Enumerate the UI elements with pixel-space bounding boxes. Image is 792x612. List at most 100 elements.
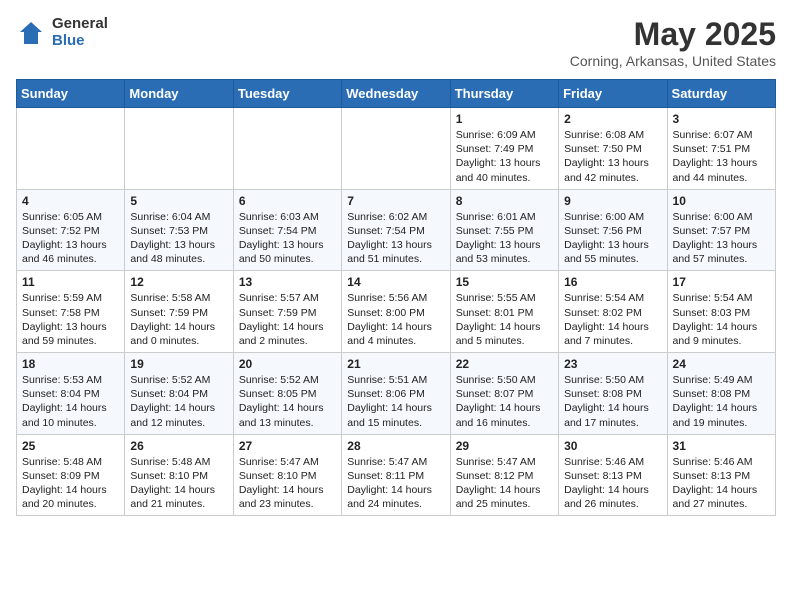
day-number: 27	[239, 439, 336, 453]
calendar-cell: 14 Sunrise: 5:56 AM Sunset: 8:00 PM Dayli…	[342, 271, 450, 353]
calendar-cell: 16 Sunrise: 5:54 AM Sunset: 8:02 PM Dayli…	[559, 271, 667, 353]
cell-content: Sunrise: 5:46 AM Sunset: 8:13 PM Dayligh…	[673, 455, 770, 512]
day-number: 15	[456, 275, 553, 289]
calendar-cell	[17, 108, 125, 190]
calendar-cell	[233, 108, 341, 190]
calendar-cell: 18 Sunrise: 5:53 AM Sunset: 8:04 PM Dayli…	[17, 353, 125, 435]
weekday-header: Saturday	[667, 80, 775, 108]
day-number: 12	[130, 275, 227, 289]
calendar-cell: 2 Sunrise: 6:08 AM Sunset: 7:50 PM Daylig…	[559, 108, 667, 190]
day-number: 25	[22, 439, 119, 453]
day-number: 11	[22, 275, 119, 289]
day-number: 26	[130, 439, 227, 453]
day-number: 30	[564, 439, 661, 453]
logo-blue-label: Blue	[52, 33, 108, 50]
calendar-week-row: 1 Sunrise: 6:09 AM Sunset: 7:49 PM Daylig…	[17, 108, 776, 190]
calendar-body: 1 Sunrise: 6:09 AM Sunset: 7:49 PM Daylig…	[17, 108, 776, 516]
cell-content: Sunrise: 6:03 AM Sunset: 7:54 PM Dayligh…	[239, 210, 336, 267]
day-number: 21	[347, 357, 444, 371]
cell-content: Sunrise: 5:56 AM Sunset: 8:00 PM Dayligh…	[347, 291, 444, 348]
calendar-cell: 23Sunrise: 5:50 AM Sunset: 8:08 PM Dayli…	[559, 353, 667, 435]
day-number: 9	[564, 194, 661, 208]
cell-content: Sunrise: 6:08 AM Sunset: 7:50 PM Dayligh…	[564, 128, 661, 185]
cell-content: Sunrise: 5:51 AM Sunset: 8:06 PM Dayligh…	[347, 373, 444, 430]
cell-content: Sunrise: 5:49 AM Sunset: 8:08 PM Dayligh…	[673, 373, 770, 430]
calendar-cell: 24Sunrise: 5:49 AM Sunset: 8:08 PM Dayli…	[667, 353, 775, 435]
calendar-cell: 27Sunrise: 5:47 AM Sunset: 8:10 PM Dayli…	[233, 434, 341, 516]
cell-content: Sunrise: 5:50 AM Sunset: 8:07 PM Dayligh…	[456, 373, 553, 430]
calendar-subtitle: Corning, Arkansas, United States	[570, 53, 776, 69]
calendar-cell: 25 Sunrise: 5:48 AM Sunset: 8:09 PM Dayli…	[17, 434, 125, 516]
cell-content: Sunrise: 5:54 AM Sunset: 8:03 PM Dayligh…	[673, 291, 770, 348]
day-number: 14	[347, 275, 444, 289]
title-block: May 2025 Corning, Arkansas, United State…	[570, 16, 776, 69]
weekday-header: Thursday	[450, 80, 558, 108]
day-number: 5	[130, 194, 227, 208]
calendar-cell: 6 Sunrise: 6:03 AM Sunset: 7:54 PM Daylig…	[233, 189, 341, 271]
day-number: 6	[239, 194, 336, 208]
day-number: 1	[456, 112, 553, 126]
calendar-cell: 3 Sunrise: 6:07 AM Sunset: 7:51 PM Daylig…	[667, 108, 775, 190]
logo-icon	[16, 18, 46, 48]
cell-content: Sunrise: 5:48 AM Sunset: 8:09 PM Dayligh…	[22, 455, 119, 512]
day-number: 28	[347, 439, 444, 453]
day-number: 19	[130, 357, 227, 371]
calendar-cell: 13Sunrise: 5:57 AM Sunset: 7:59 PM Dayli…	[233, 271, 341, 353]
calendar-cell: 4Sunrise: 6:05 AM Sunset: 7:52 PM Daylig…	[17, 189, 125, 271]
cell-content: Sunrise: 6:02 AM Sunset: 7:54 PM Dayligh…	[347, 210, 444, 267]
calendar-cell: 31 Sunrise: 5:46 AM Sunset: 8:13 PM Dayli…	[667, 434, 775, 516]
calendar-cell	[125, 108, 233, 190]
calendar-cell: 1 Sunrise: 6:09 AM Sunset: 7:49 PM Daylig…	[450, 108, 558, 190]
cell-content: Sunrise: 6:05 AM Sunset: 7:52 PM Dayligh…	[22, 210, 119, 267]
day-number: 3	[673, 112, 770, 126]
cell-content: Sunrise: 5:48 AM Sunset: 8:10 PM Dayligh…	[130, 455, 227, 512]
day-number: 29	[456, 439, 553, 453]
calendar-cell: 26 Sunrise: 5:48 AM Sunset: 8:10 PM Dayli…	[125, 434, 233, 516]
calendar-cell: 11 Sunrise: 5:59 AM Sunset: 7:58 PM Dayli…	[17, 271, 125, 353]
cell-content: Sunrise: 5:46 AM Sunset: 8:13 PM Dayligh…	[564, 455, 661, 512]
day-number: 16	[564, 275, 661, 289]
calendar-cell: 15Sunrise: 5:55 AM Sunset: 8:01 PM Dayli…	[450, 271, 558, 353]
cell-content: Sunrise: 5:57 AM Sunset: 7:59 PM Dayligh…	[239, 291, 336, 348]
calendar-cell: 9 Sunrise: 6:00 AM Sunset: 7:56 PM Daylig…	[559, 189, 667, 271]
logo-text: General Blue	[52, 16, 108, 49]
page-header: General Blue May 2025 Corning, Arkansas,…	[16, 16, 776, 69]
calendar-cell	[342, 108, 450, 190]
calendar-table: SundayMondayTuesdayWednesdayThursdayFrid…	[16, 79, 776, 516]
calendar-cell: 12 Sunrise: 5:58 AM Sunset: 7:59 PM Dayli…	[125, 271, 233, 353]
calendar-cell: 28 Sunrise: 5:47 AM Sunset: 8:11 PM Dayli…	[342, 434, 450, 516]
cell-content: Sunrise: 5:58 AM Sunset: 7:59 PM Dayligh…	[130, 291, 227, 348]
cell-content: Sunrise: 5:59 AM Sunset: 7:58 PM Dayligh…	[22, 291, 119, 348]
cell-content: Sunrise: 6:09 AM Sunset: 7:49 PM Dayligh…	[456, 128, 553, 185]
day-number: 18	[22, 357, 119, 371]
day-number: 31	[673, 439, 770, 453]
weekday-header: Sunday	[17, 80, 125, 108]
calendar-cell: 8Sunrise: 6:01 AM Sunset: 7:55 PM Daylig…	[450, 189, 558, 271]
day-number: 7	[347, 194, 444, 208]
day-number: 2	[564, 112, 661, 126]
weekday-header: Wednesday	[342, 80, 450, 108]
cell-content: Sunrise: 5:54 AM Sunset: 8:02 PM Dayligh…	[564, 291, 661, 348]
cell-content: Sunrise: 5:52 AM Sunset: 8:05 PM Dayligh…	[239, 373, 336, 430]
calendar-cell: 7 Sunrise: 6:02 AM Sunset: 7:54 PM Daylig…	[342, 189, 450, 271]
day-number: 8	[456, 194, 553, 208]
calendar-cell: 20 Sunrise: 5:52 AM Sunset: 8:05 PM Dayli…	[233, 353, 341, 435]
weekday-header: Monday	[125, 80, 233, 108]
day-number: 10	[673, 194, 770, 208]
cell-content: Sunrise: 5:47 AM Sunset: 8:11 PM Dayligh…	[347, 455, 444, 512]
calendar-cell: 19 Sunrise: 5:52 AM Sunset: 8:04 PM Dayli…	[125, 353, 233, 435]
cell-content: Sunrise: 6:00 AM Sunset: 7:56 PM Dayligh…	[564, 210, 661, 267]
weekday-header-row: SundayMondayTuesdayWednesdayThursdayFrid…	[17, 80, 776, 108]
cell-content: Sunrise: 5:47 AM Sunset: 8:12 PM Dayligh…	[456, 455, 553, 512]
cell-content: Sunrise: 5:53 AM Sunset: 8:04 PM Dayligh…	[22, 373, 119, 430]
calendar-header: SundayMondayTuesdayWednesdayThursdayFrid…	[17, 80, 776, 108]
day-number: 20	[239, 357, 336, 371]
cell-content: Sunrise: 5:52 AM Sunset: 8:04 PM Dayligh…	[130, 373, 227, 430]
calendar-cell: 21 Sunrise: 5:51 AM Sunset: 8:06 PM Dayli…	[342, 353, 450, 435]
calendar-cell: 30 Sunrise: 5:46 AM Sunset: 8:13 PM Dayli…	[559, 434, 667, 516]
calendar-cell: 10Sunrise: 6:00 AM Sunset: 7:57 PM Dayli…	[667, 189, 775, 271]
calendar-cell: 29 Sunrise: 5:47 AM Sunset: 8:12 PM Dayli…	[450, 434, 558, 516]
calendar-cell: 17Sunrise: 5:54 AM Sunset: 8:03 PM Dayli…	[667, 271, 775, 353]
cell-content: Sunrise: 6:07 AM Sunset: 7:51 PM Dayligh…	[673, 128, 770, 185]
cell-content: Sunrise: 5:50 AM Sunset: 8:08 PM Dayligh…	[564, 373, 661, 430]
